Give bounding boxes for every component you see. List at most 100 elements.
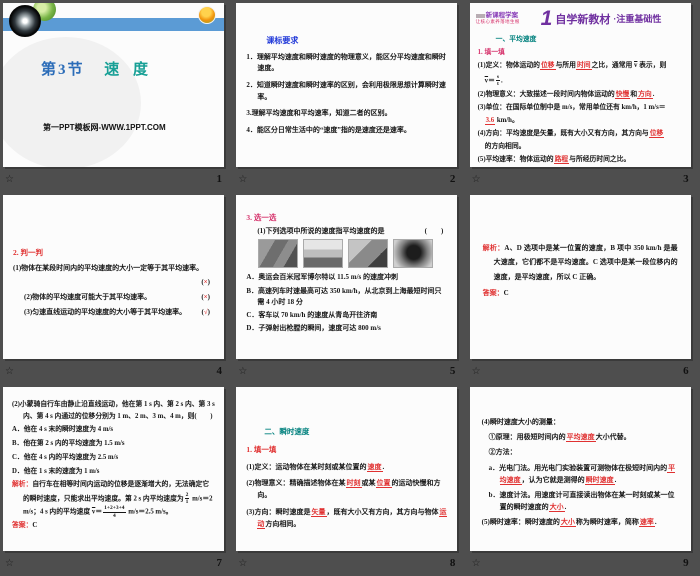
thumb-strip: ☆ 3 [470,169,691,189]
slide-body: 3. 选一选 (1)下列选项中所说的速度指平均速度的是 ( ) A．奥运会百米冠军博… [236,195,457,334]
slide-thumbnail-4[interactable]: 2. 判一判(1)物体在某段时间内的平均速度的大小一定等于其平均速率。(×)(2… [3,195,224,359]
text-segment: (2)小蒙骑自行车由静止沿直线运动，他在第 1 s 内、第 2 s 内、第 3 … [12,401,215,420]
text-segment: 矢量 [311,508,327,517]
text-segment: 速率 [639,518,655,527]
star-marker-icon[interactable]: ☆ [472,366,481,377]
bullet-photo [393,239,433,268]
slide-thumbnail-3[interactable]: 新课程学案 让核心素养落地生根 1 自学新教材 ·注重基础性 一、平均速度 1. … [470,3,691,167]
text-line: (1)定义：运动物体在某时刻或某位置的速度. [246,462,447,474]
slide-page-number: 8 [450,557,456,569]
text-segment: (2)物理意义：大致描述一段时间内物体运动的 [478,91,615,98]
text-segment: 1+2+3+44 [103,505,125,519]
star-marker-icon[interactable]: ☆ [5,366,14,377]
text-line: (3)方向：瞬时速度是矢量，既有大小又有方向，其方向与物体运动方向相同。 [246,507,447,531]
slide-page-number: 5 [450,365,456,377]
star-marker-icon[interactable]: ☆ [238,366,247,377]
slide-body: 二、瞬时速度1. 填一填(1)定义：运动物体在某时刻或某位置的速度.(2)物理意… [236,387,457,531]
text-segment: (3)匀速直线运动的平均速度的大小等于其平均速率。 [24,308,186,316]
slide-body: 解析：A、D 选项中是某一位置的速度，B 项中 350 km/h 是最大速度，它… [470,195,691,300]
text-segment: 方向相同。 [265,520,300,528]
photo-strip [258,239,447,268]
slide-body: (4)瞬时速度大小的测量：①原理：用极短时间内的平均速度大小代替。②方法：a．光… [470,387,691,529]
text-segment: A、D 选项中是某一位置的速度，B 项中 350 km/h 是最大速度，它们都不… [494,244,678,281]
text-line: 3. 选一选 [246,212,447,224]
text-line: ②方法： [482,447,679,459]
text-segment: B．他在第 2 s 内的平均速度为 1.5 m/s [12,440,125,447]
text-segment: C．客车以 70 km/h 的速度从青岛开往济南 [246,311,377,319]
star-marker-icon[interactable]: ☆ [238,174,247,185]
slide-cell-5: 3. 选一选 (1)下列选项中所说的速度指平均速度的是 ( ) A．奥运会百米冠军博… [233,192,466,384]
text-line: b．速度计法。用速度计可直接读出物体在某一时刻或某一位置的瞬时速度的大小. [482,490,679,514]
slide-cell-6: 解析：A、D 选项中是某一位置的速度，B 项中 350 km/h 是最大速度，它… [467,192,700,384]
text-segment: 解析： [12,481,32,488]
text-line: 二、瞬时速度 [246,426,447,439]
thumb-strip: ☆ 1 [3,169,224,189]
text-segment: ) [208,308,210,316]
text-line: D．子弹射出枪膛的瞬间，速度可达 800 m/s [246,323,447,334]
slide-body: 课标要求1．理解平均速度和瞬时速度的物理意义，能区分平均速度和瞬时速度。2．知道… [236,3,457,136]
slide-cell-1: 第3节 速 度 第一PPT模板网-WWW.1PPT.COM ☆ 1 [0,0,233,192]
slide-thumbnail-6[interactable]: 解析：A、D 选项中是某一位置的速度，B 项中 350 km/h 是最大速度，它… [470,195,691,359]
slide-thumbnail-7[interactable]: (2)小蒙骑自行车由静止沿直线运动，他在第 1 s 内、第 2 s 内、第 3 … [3,387,224,551]
text-line: (4)瞬时速度大小的测量： [482,417,679,429]
slide-body: 一、平均速度1. 填一填(1)定义：物体运动的位移与所用时间之比，通常用 v 表… [470,30,691,165]
slide-page-number: 2 [450,173,456,185]
text-segment: (1)下列选项中所说的速度指平均速度的是 [257,227,384,235]
text-segment: 2. 判一判 [13,248,43,257]
text-line: v＝st. [478,74,683,88]
option-lines: A．奥运会百米冠军博尔特以 11.5 m/s 的速度冲刺 B．高速列车时速最高可达… [246,272,447,334]
slide-cell-2: 课标要求1．理解平均速度和瞬时速度的物理意义，能区分平均速度和瞬时速度。2．知道… [233,0,466,192]
slide-page-number: 3 [683,173,689,185]
star-marker-icon[interactable]: ☆ [472,558,481,569]
text-line: D．他在 1 s 末的速度为 1 m/s [12,466,215,478]
lesson-header: 新课程学案 让核心素养落地生根 1 自学新教材 ·注重基础性 [470,3,691,30]
slide-page-number: 6 [683,365,689,377]
text-line: (2)小蒙骑自行车由静止沿直线运动，他在第 1 s 内、第 2 s 内、第 3 … [12,399,215,423]
text-segment: 1．理解平均速度和瞬时速度的物理意义，能区分平均速度和瞬时速度。 [246,53,446,73]
text-line: 答案：C [483,286,678,300]
brand-logo-icon [476,14,485,18]
text-segment: 一、平均速度 [496,36,537,43]
text-line: 1．理解平均速度和瞬时速度的物理意义，能区分平均速度和瞬时速度。 [246,52,447,76]
text-segment: C [504,289,509,297]
text-segment: . [383,463,385,471]
slide-body: 2. 判一判(1)物体在某段时间内的平均速度的大小一定等于其平均速率。(×)(2… [3,195,224,318]
text-line: A．奥运会百米冠军博尔特以 11.5 m/s 的速度冲刺 [246,272,447,283]
text-segment: 大小 [560,518,576,527]
text-segment: B．高速列车时速最高可达 350 km/h，从北京到上海最短时间只需 4 小时 … [246,287,441,306]
star-marker-icon[interactable]: ☆ [238,558,247,569]
text-line: 解析：自行车在相等时间内运动的位移是逐渐增大的，无法确定它的瞬时速度，只能求出平… [12,479,215,518]
thumb-strip: ☆ 6 [470,361,691,381]
text-segment: ，既有大小又有方向，其方向与物体 [327,508,439,516]
text-line: ①原理：用极短时间内的平均速度大小代替。 [482,432,679,444]
text-line: (3)匀速直线运动的平均速度的大小等于其平均速率。(√) [13,307,214,318]
slide-thumbnail-5[interactable]: 3. 选一选 (1)下列选项中所说的速度指平均速度的是 ( ) A．奥运会百米冠军博… [236,195,457,359]
title-row: 第3节 速 度 [41,58,153,79]
text-line: C．客车以 70 km/h 的速度从青岛开往济南 [246,310,447,321]
text-segment: ( ) [425,227,444,235]
text-segment: (3)方向：瞬时速度是 [246,508,310,516]
text-segment: 4．能区分日常生活中的“速度”指的是速度还是速率。 [246,126,411,134]
slide-thumbnail-9[interactable]: (4)瞬时速度大小的测量：①原理：用极短时间内的平均速度大小代替。②方法：a．光… [470,387,691,551]
text-line: 2. 判一判 [13,247,214,259]
slide-body: (2)小蒙骑自行车由静止沿直线运动，他在第 1 s 内、第 2 s 内、第 3 … [3,387,224,533]
text-segment: 答案： [483,289,504,297]
car-photo [348,239,388,268]
slide-thumbnail-2[interactable]: 课标要求1．理解平均速度和瞬时速度的物理意义，能区分平均速度和瞬时速度。2．知道… [236,3,457,167]
slide-cell-3: 新课程学案 让核心素养落地生根 1 自学新教材 ·注重基础性 一、平均速度 1. … [467,0,700,192]
star-marker-icon[interactable]: ☆ [5,558,14,569]
text-segment: 时间 [576,62,592,70]
text-line: 3.理解平均速度和平均速率，知道二者的区别。 [246,108,447,120]
text-line: A．他在 4 s 末的瞬时速度为 4 m/s [12,424,215,436]
text-segment: 1. 填一填 [478,49,505,56]
slide-cell-4: 2. 判一判(1)物体在某段时间内的平均速度的大小一定等于其平均速率。(×)(2… [0,192,233,384]
text-segment: . [615,476,617,484]
star-marker-icon[interactable]: ☆ [5,174,14,185]
text-segment: 或某 [362,479,376,487]
star-marker-icon[interactable]: ☆ [472,174,481,185]
text-line: (×) [13,277,214,288]
slide-thumbnail-8[interactable]: 二、瞬时速度1. 填一填(1)定义：运动物体在某时刻或某位置的速度.(2)物理意… [236,387,457,551]
slide-thumbnail-1[interactable]: 第3节 速 度 第一PPT模板网-WWW.1PPT.COM [3,3,224,167]
text-segment: km/h。 [495,117,519,124]
question-lines: 3. 选一选 (1)下列选项中所说的速度指平均速度的是 ( ) [246,212,447,237]
